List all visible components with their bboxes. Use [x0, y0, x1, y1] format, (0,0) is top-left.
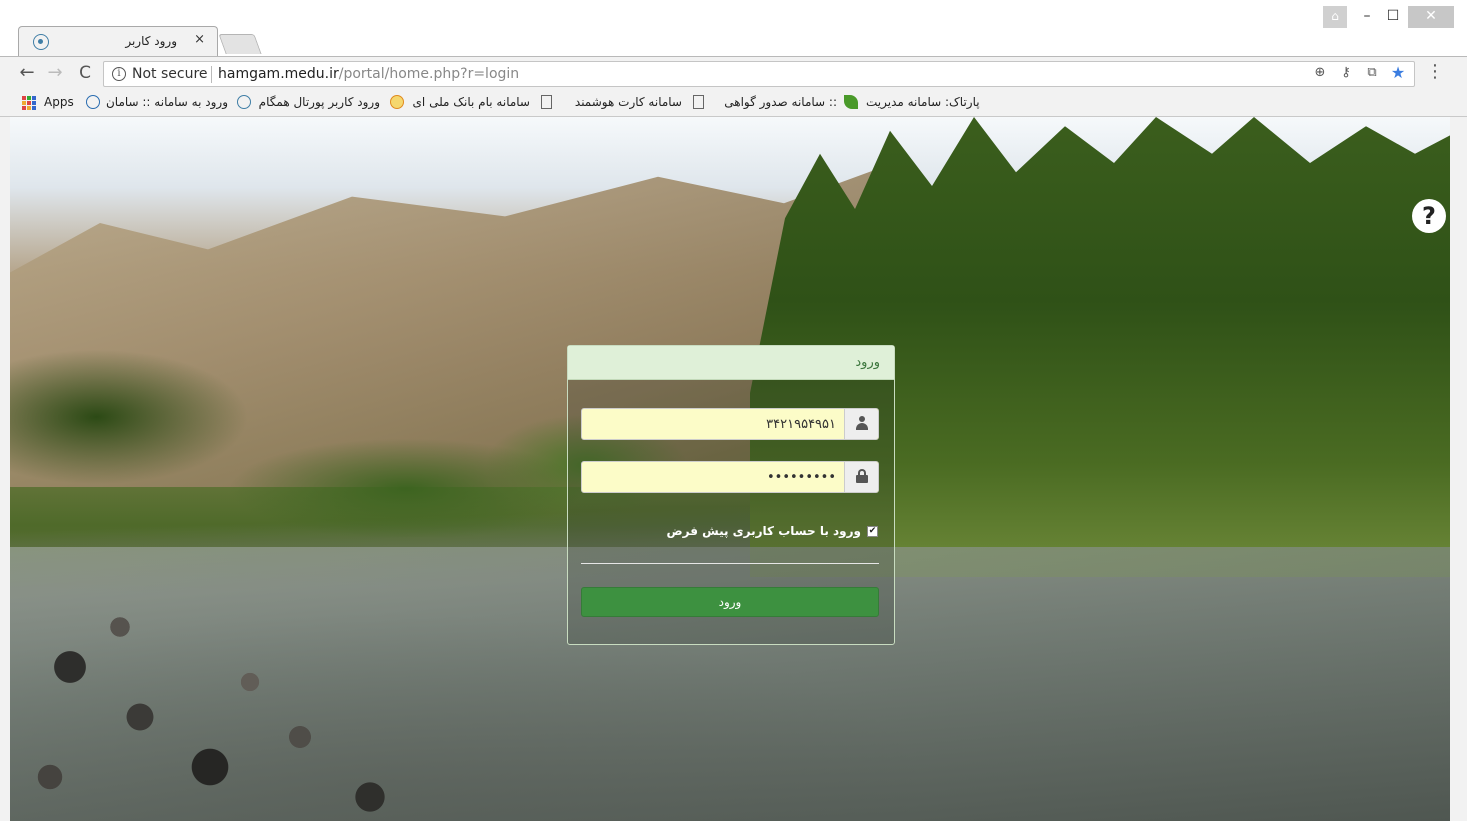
bank-icon	[390, 95, 404, 109]
page-icon	[541, 95, 552, 109]
bookmark-bam[interactable]: سامانه بام بانک ملی ای	[410, 95, 530, 109]
leaf-icon	[844, 95, 858, 109]
key-icon[interactable]: ⚷	[1338, 65, 1354, 81]
minimize-button[interactable]: –	[1354, 6, 1380, 28]
title-bar: ورود کاربر × ⌂ – ☐ ✕	[0, 0, 1467, 56]
page-icon	[693, 95, 704, 109]
reload-button[interactable]: C	[74, 62, 96, 84]
login-panel-header: ورود	[568, 346, 894, 380]
browser-window: ورود کاربر × ⌂ – ☐ ✕ ← → C i Not secure …	[0, 0, 1467, 821]
browser-toolbar: ← → C i Not secure hamgam.medu.ir/portal…	[0, 56, 1467, 90]
back-button[interactable]: ←	[16, 62, 38, 84]
bookmark-apps[interactable]: Apps	[44, 95, 74, 109]
zoom-icon[interactable]: ⊕	[1312, 65, 1328, 81]
bookmark-saman[interactable]: ورود به سامانه :: سامان	[106, 95, 228, 109]
bookmark-certificate[interactable]: :: سامانه صدور گواهی	[712, 95, 837, 109]
username-input[interactable]	[582, 409, 844, 439]
background-stones	[10, 587, 650, 821]
portal-favicon-icon	[33, 34, 49, 50]
tab-title: ورود کاربر	[125, 34, 177, 48]
page-content: ? ورود ✔ ورود با حساب کاربری پیش فرض	[10, 117, 1450, 821]
bookmark-partak[interactable]: پارتاک: سامانه مدیریت	[866, 95, 980, 109]
omnibox-actions: ⊕ ⚷ ⧉ ★	[1312, 65, 1406, 81]
url-path: /portal/home.php?r=login	[338, 66, 520, 82]
password-addon	[844, 462, 878, 492]
maximize-button[interactable]: ☐	[1380, 6, 1406, 28]
username-field	[581, 408, 879, 440]
remember-checkbox[interactable]: ✔	[867, 525, 878, 537]
circle-logo-icon	[86, 95, 100, 109]
help-button[interactable]: ?	[1412, 199, 1446, 233]
security-status[interactable]: Not secure	[132, 66, 208, 82]
profile-icon[interactable]: ⌂	[1323, 6, 1347, 28]
portal-icon	[237, 95, 251, 109]
bookmarks-bar: Apps ورود به سامانه :: سامان ورود کاربر …	[0, 90, 1467, 117]
address-bar[interactable]: i Not secure hamgam.medu.ir/portal/home.…	[103, 61, 1415, 87]
password-input[interactable]	[582, 462, 844, 492]
url-text[interactable]: hamgam.medu.ir/portal/home.php?r=login	[218, 66, 519, 82]
bookmark-hamgam[interactable]: ورود کاربر پورتال همگام	[258, 95, 380, 109]
lock-icon	[856, 469, 868, 483]
login-panel: ورود ✔ ورود با حساب کاربری پیش فرض ورود	[567, 345, 895, 645]
address-separator	[211, 66, 212, 83]
bookmark-star-icon[interactable]: ★	[1390, 65, 1406, 81]
info-icon[interactable]: i	[112, 67, 126, 81]
username-addon	[844, 409, 878, 439]
login-submit-button[interactable]: ورود	[581, 587, 879, 617]
remember-label: ورود با حساب کاربری پیش فرض	[666, 524, 861, 538]
apps-grid-icon[interactable]	[22, 96, 36, 110]
menu-icon[interactable]: ⋮	[1426, 62, 1444, 84]
login-title: ورود	[855, 355, 880, 370]
forward-button[interactable]: →	[44, 62, 66, 84]
user-icon	[856, 416, 868, 430]
new-tab-button[interactable]	[218, 34, 262, 54]
remember-option[interactable]: ✔ ورود با حساب کاربری پیش فرض	[666, 524, 878, 538]
translate-icon[interactable]: ⧉	[1364, 65, 1380, 81]
password-field	[581, 461, 879, 493]
close-window-button[interactable]: ✕	[1408, 6, 1454, 28]
tab-close-icon[interactable]: ×	[194, 32, 205, 47]
url-host: hamgam.medu.ir	[218, 66, 339, 82]
bookmark-smart-card[interactable]: سامانه کارت هوشمند	[560, 95, 682, 109]
browser-tab[interactable]: ورود کاربر ×	[18, 26, 218, 56]
panel-divider	[581, 563, 879, 564]
